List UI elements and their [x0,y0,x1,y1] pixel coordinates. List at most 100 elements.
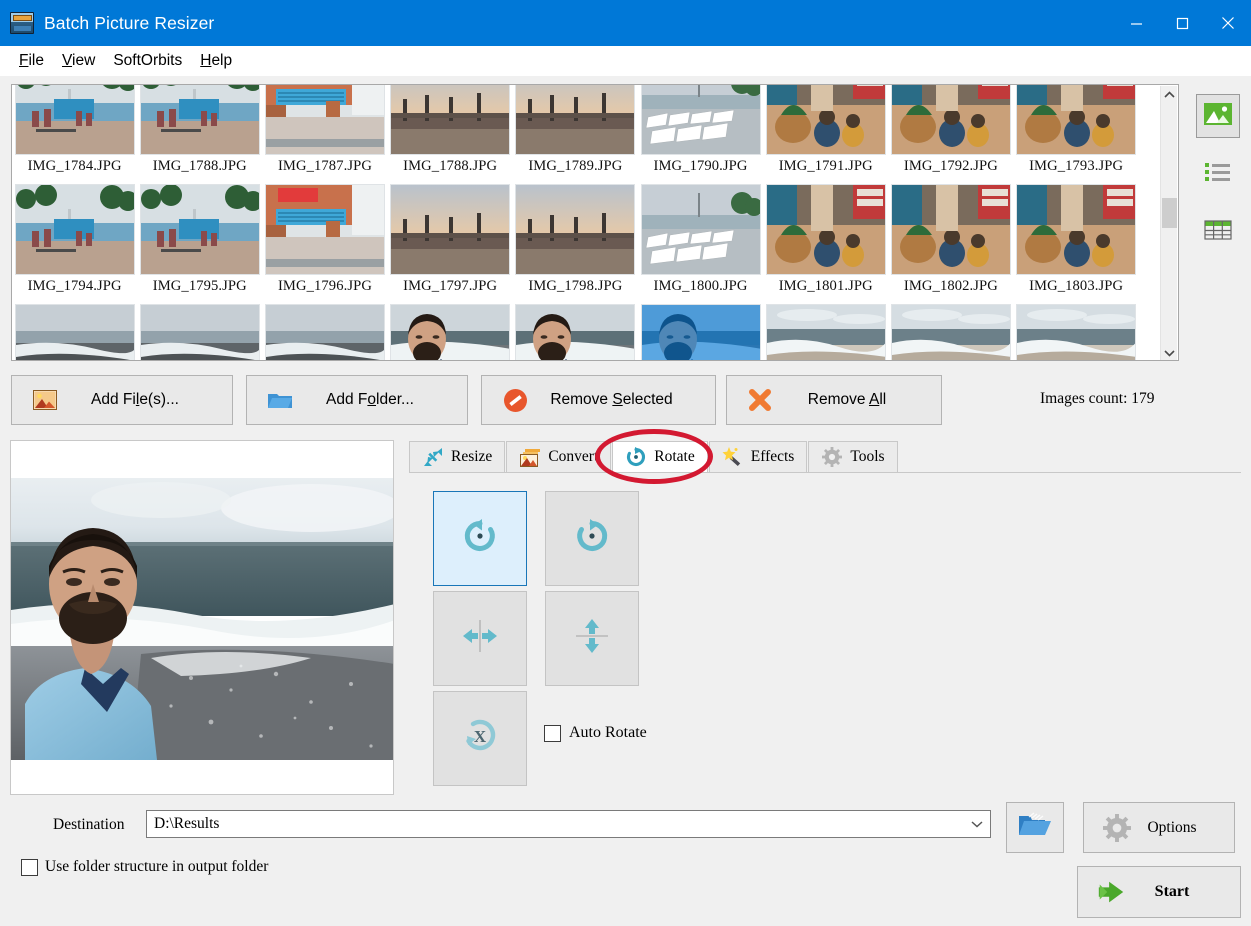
menu-item-file[interactable]: File [10,50,53,72]
thumbnail-filename: IMG_1803.JPG [1029,278,1124,294]
thumbnail-item[interactable]: IMG_1826.JPG [1014,301,1139,360]
thumbnail-item[interactable]: IMG_1818.JPG [513,301,638,360]
thumbnail-item[interactable]: IMG_1784.JPG [12,85,137,181]
thumbnail-item[interactable]: IMG_1816.JPG [388,301,513,360]
thumbnail-filename: IMG_1796.JPG [277,278,372,294]
scroll-up-arrow-icon[interactable] [1161,86,1178,103]
file-thumbnail-list[interactable]: IMG_1784.JPG IMG_1788.JPG IMG_1787.JPG IMG_… [11,84,1179,361]
auto-rotate-checkbox-row[interactable]: Auto Rotate [544,724,647,742]
thumbnail-item[interactable]: IMG_1793.JPG [1014,85,1139,181]
thumbnail-image [264,184,385,275]
thumbnail-image [264,304,385,360]
window-controls [1113,0,1251,46]
thumbnail-image [390,304,511,360]
magic-wand-icon [722,446,744,468]
close-button[interactable] [1205,0,1251,46]
thumbnail-item[interactable]: IMG_1791.JPG [763,85,888,181]
thumbnail-item[interactable]: IMG_1792.JPG [888,85,1013,181]
menu-item-help[interactable]: Help [191,50,241,72]
chevron-down-icon[interactable] [964,811,990,837]
thumbnail-item[interactable]: IMG_1800.JPG [638,181,763,301]
thumbnail-item[interactable]: IMG_1788.JPG [388,85,513,181]
thumbnail-item[interactable]: IMG_1796.JPG [262,181,387,301]
file-list-scrollbar[interactable] [1160,86,1178,360]
thumbnail-item[interactable]: IMG_1809.JPG [262,301,387,360]
list-view-button[interactable] [1196,152,1240,196]
thumbnail-item[interactable]: IMG_1808.JPG [137,301,262,360]
thumbnail-item[interactable]: IMG_1787.JPG [262,85,387,181]
thumbnail-image [640,85,761,155]
tab-convert[interactable]: Convert [506,441,612,472]
thumbnail-image [1016,304,1137,360]
flip-horizontal-button[interactable] [433,591,527,686]
thumbnail-item[interactable]: IMG_1803.JPG [1014,181,1139,301]
tab-tools-label: Tools [850,448,885,465]
maximize-button[interactable] [1159,0,1205,46]
rotate-icon [625,446,647,468]
thumbnail-item[interactable]: IMG_1798.JPG [513,181,638,301]
add-files-button[interactable]: Add File(s)... [11,375,233,425]
rotate-cw-icon [575,519,609,558]
start-button[interactable]: Start [1077,866,1241,918]
menu-item-softorbits[interactable]: SoftOrbits [104,50,191,72]
options-button[interactable]: Options [1083,802,1235,853]
thumbnail-filename: IMG_1788.JPG [403,158,498,174]
thumbnail-item[interactable]: IMG_1794.JPG [12,181,137,301]
browse-destination-button[interactable] [1006,802,1064,853]
tab-effects[interactable]: Effects [708,441,808,472]
rotate-left-button[interactable] [433,491,527,586]
thumbnail-filename: IMG_1797.JPG [403,278,498,294]
tab-tools[interactable]: Tools [808,441,898,472]
thumbnail-item[interactable]: IMG_1801.JPG [763,181,888,301]
thumbnail-filename: IMG_1795.JPG [152,278,247,294]
scrollbar-thumb[interactable] [1162,198,1177,228]
thumbnail-row: IMG_1807.JPGIMG_1808.JPGIMG_1809.JPGIMG_… [12,301,1157,360]
thumbnail-image [640,184,761,275]
thumbnail-filename: IMG_1801.JPG [778,278,873,294]
remove-all-label: Remove All [807,391,887,408]
thumbnail-item[interactable]: IMG_1797.JPG [388,181,513,301]
scroll-down-arrow-icon[interactable] [1161,344,1178,360]
start-label: Start [1154,883,1190,900]
thumbnail-filename: IMG_1793.JPG [1029,158,1124,174]
remove-selected-button[interactable]: Remove Selected [481,375,716,425]
no-rotate-button[interactable]: X [433,691,527,786]
thumbnail-image [640,304,761,360]
thumbnail-item[interactable]: IMG_1821.JPG [763,301,888,360]
use-folder-structure-checkbox[interactable] [21,858,38,876]
gear-icon [1102,813,1132,842]
destination-input[interactable] [147,814,964,834]
thumbnail-item[interactable]: IMG_1790.JPG [638,85,763,181]
thumbnail-image [515,85,636,155]
auto-rotate-checkbox[interactable] [544,724,561,742]
minimize-button[interactable] [1113,0,1159,46]
flip-vertical-button[interactable] [545,591,639,686]
table-icon [1204,219,1232,246]
thumbnail-image [890,85,1011,155]
add-files-label: Add File(s)... [91,391,179,408]
tab-rotate[interactable]: Rotate [612,441,708,472]
thumbnail-image [139,304,260,360]
gear-icon [821,446,843,468]
remove-all-button[interactable]: Remove All [726,375,942,425]
thumbnail-item[interactable]: IMG_1788.JPG [137,85,262,181]
rotate-right-button[interactable] [545,491,639,586]
destination-combobox[interactable] [146,810,991,838]
thumbnails-view-button[interactable] [1196,94,1240,138]
thumbnail-item[interactable]: IMG_1819.JPG [638,301,763,360]
thumbnail-item[interactable]: IMG_1795.JPG [137,181,262,301]
thumbnail-filename: IMG_1788.JPG [152,158,247,174]
add-folder-button[interactable]: Add Folder... [246,375,468,425]
thumbnail-item[interactable]: IMG_1789.JPG [513,85,638,181]
open-folder-icon [1018,812,1052,843]
thumbnail-item[interactable]: IMG_1822.JPG [888,301,1013,360]
thumbnail-item[interactable]: IMG_1807.JPG [12,301,137,360]
tab-resize[interactable]: Resize [409,441,506,472]
thumbnail-item[interactable]: IMG_1802.JPG [888,181,1013,301]
details-view-button[interactable] [1196,210,1240,254]
menu-item-view[interactable]: View [53,50,104,72]
use-folder-structure-row[interactable]: Use folder structure in output folder [21,858,268,876]
operation-tabs: Resize Convert Rotate Effects Tools [409,441,1241,473]
rotate-ccw-icon [463,519,497,558]
thumbnail-row: IMG_1784.JPG IMG_1788.JPG IMG_1787.JPG IMG_… [12,85,1157,181]
